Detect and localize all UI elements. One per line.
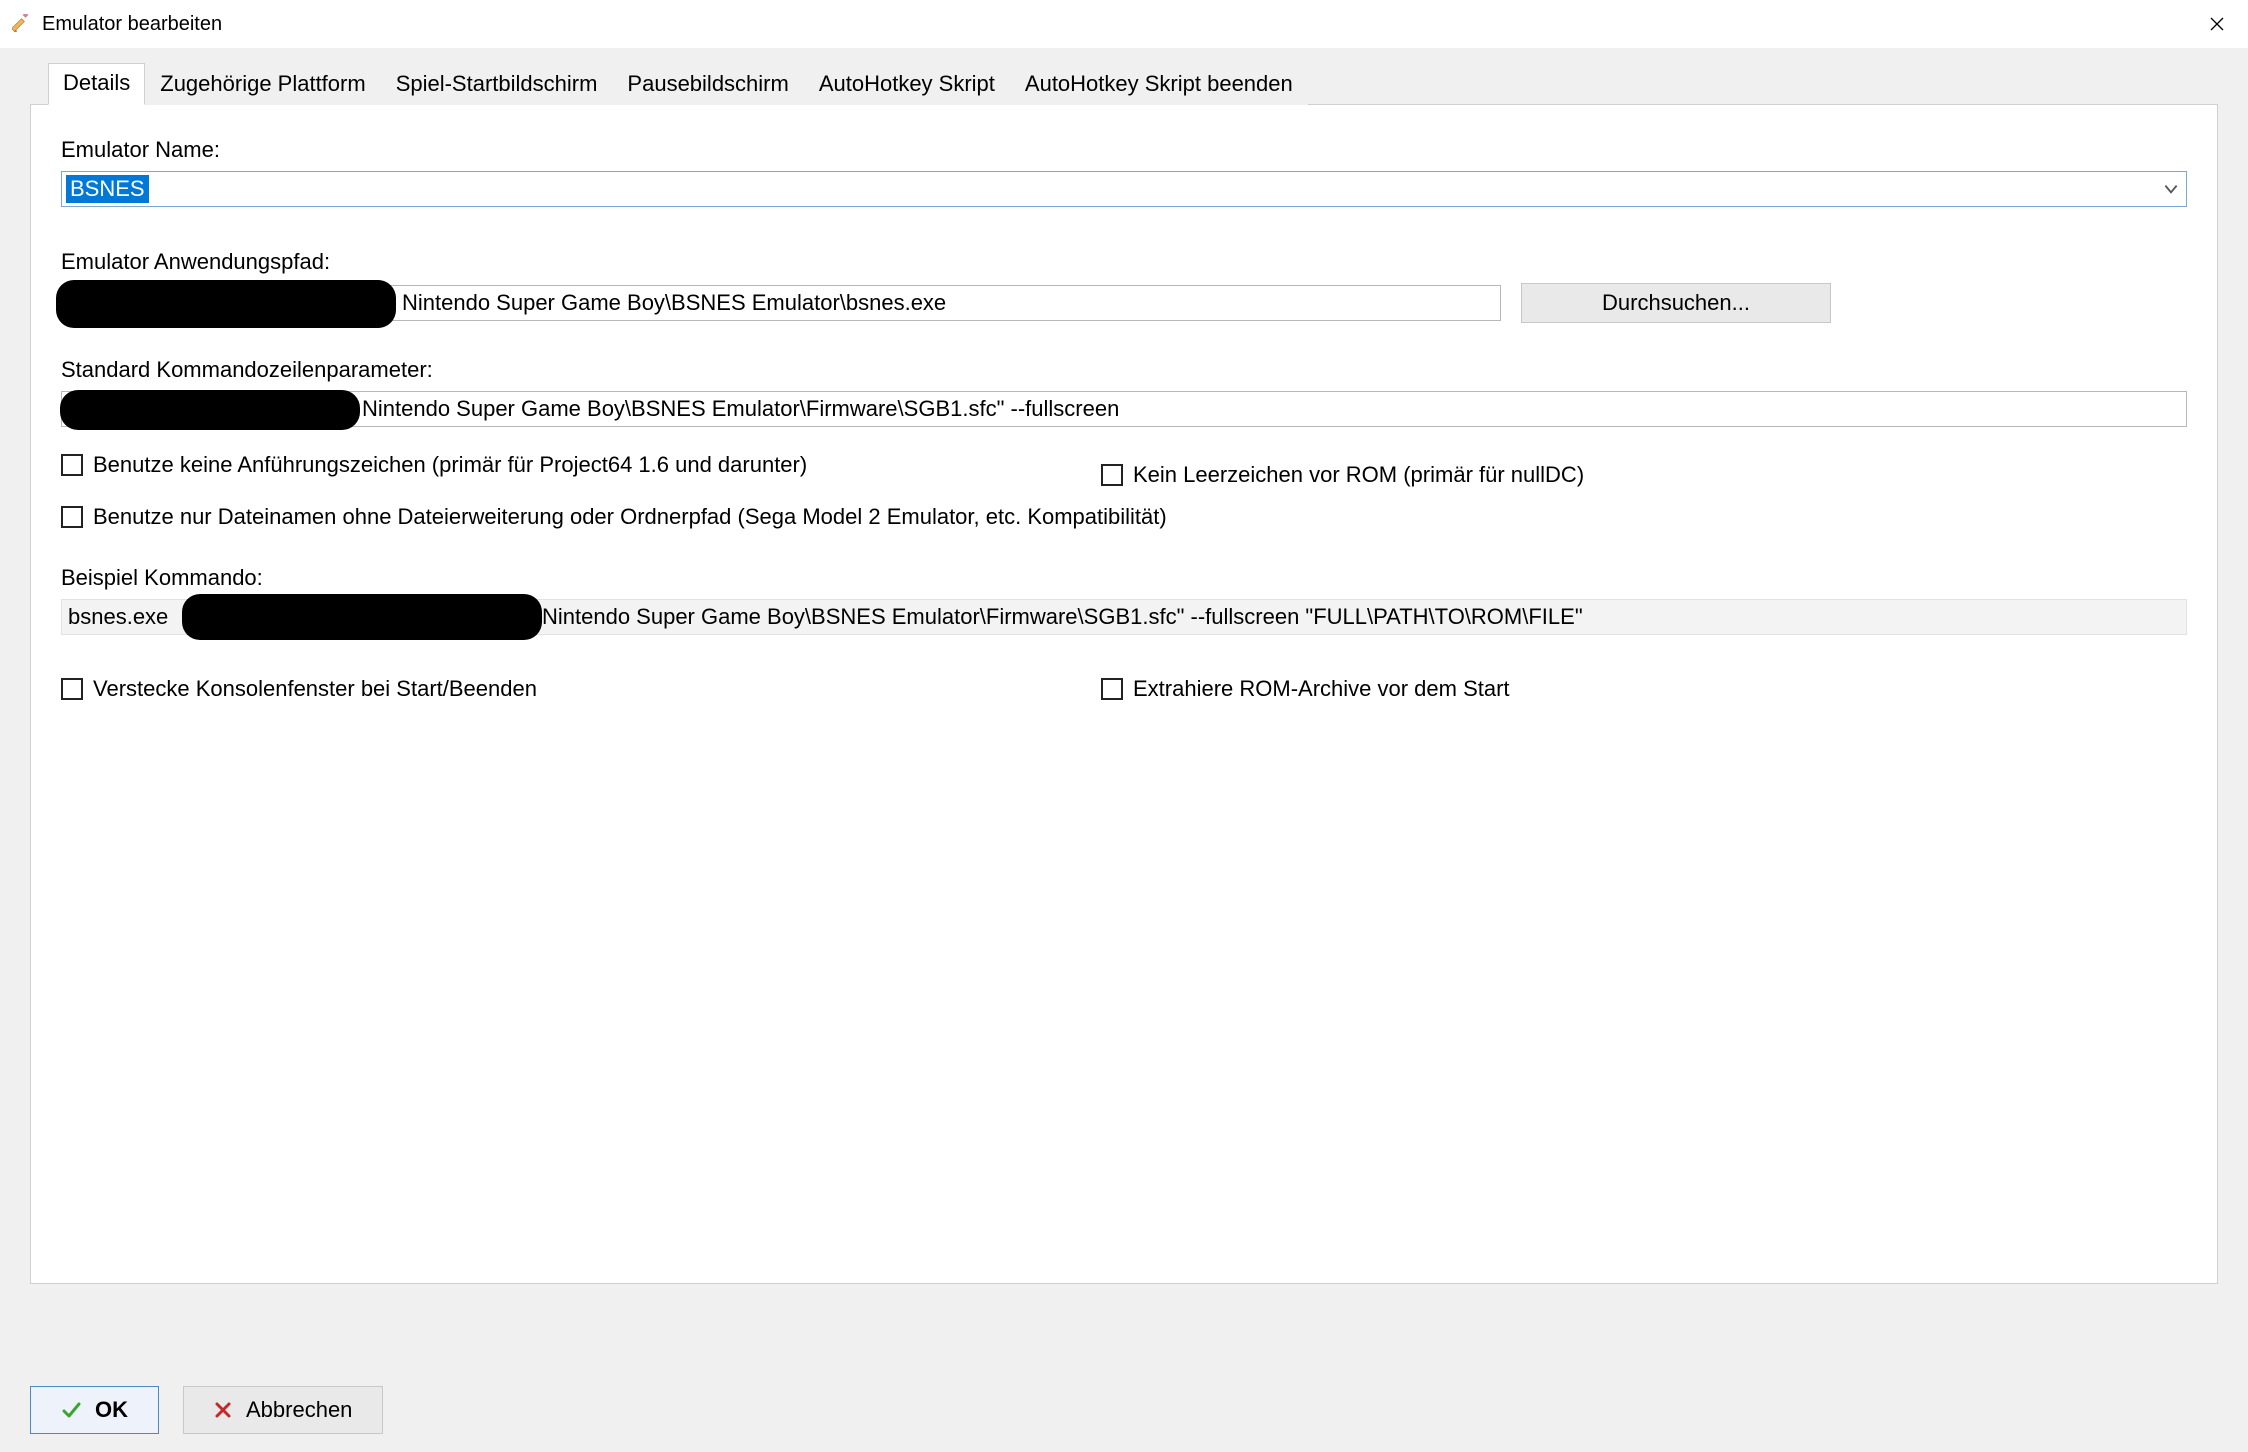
check-icon [61,1400,81,1420]
no-space-checkbox[interactable] [1101,464,1123,486]
example-prefix: bsnes.exe [68,604,168,630]
filename-only-label: Benutze nur Dateinamen ohne Dateierweite… [93,503,1167,531]
cancel-button[interactable]: Abbrechen [183,1386,383,1434]
no-quotes-label: Benutze keine Anführungszeichen (primär … [93,451,807,479]
filename-only-checkbox[interactable] [61,506,83,528]
app-path-input[interactable]: Nintendo Super Game Boy\BSNES Emulator\b… [61,285,1501,321]
no-quotes-checkbox[interactable] [61,454,83,476]
tab-details[interactable]: Details [48,63,145,105]
redaction [182,594,542,640]
chevron-down-icon [2162,180,2180,198]
cmd-params-label: Standard Kommandozeilenparameter: [61,357,2187,383]
example-suffix: Nintendo Super Game Boy\BSNES Emulator\F… [542,604,1583,630]
extract-rom-label: Extrahiere ROM-Archive vor dem Start [1133,675,1510,703]
pencil-icon [12,14,32,34]
tab-strip: Details Zugehörige Plattform Spiel-Start… [0,62,2248,104]
window-title: Emulator bearbeiten [42,13,222,36]
close-button[interactable] [2194,8,2240,40]
cmd-params-value: Nintendo Super Game Boy\BSNES Emulator\F… [362,396,1119,422]
cancel-button-label: Abbrechen [246,1397,352,1423]
tab-pause-screen[interactable]: Pausebildschirm [612,64,803,105]
app-path-value: Nintendo Super Game Boy\BSNES Emulator\b… [402,290,946,316]
browse-button[interactable]: Durchsuchen... [1521,283,1831,323]
redaction [56,280,396,328]
extract-rom-checkbox[interactable] [1101,678,1123,700]
redaction [60,390,360,430]
ok-button[interactable]: OK [30,1386,159,1434]
details-panel: Emulator Name: BSNES Emulator Anwendungs… [30,104,2218,1284]
cmd-params-input[interactable]: Nintendo Super Game Boy\BSNES Emulator\F… [61,391,2187,427]
hide-console-label: Verstecke Konsolenfenster bei Start/Been… [93,675,537,703]
ok-button-label: OK [95,1397,128,1423]
emulator-name-label: Emulator Name: [61,137,2187,163]
tab-game-start-screen[interactable]: Spiel-Startbildschirm [381,64,613,105]
tab-autohotkey-exit-script[interactable]: AutoHotkey Skript beenden [1010,64,1308,105]
emulator-name-value: BSNES [66,175,149,203]
tab-associated-platform[interactable]: Zugehörige Plattform [145,64,380,105]
title-bar: Emulator bearbeiten [0,0,2248,48]
example-cmd-label: Beispiel Kommando: [61,565,2187,591]
x-icon [214,1401,232,1419]
no-space-label: Kein Leerzeichen vor ROM (primär für nul… [1133,461,1584,489]
tab-autohotkey-script[interactable]: AutoHotkey Skript [804,64,1010,105]
app-path-label: Emulator Anwendungspfad: [61,249,2187,275]
emulator-name-combobox[interactable]: BSNES [61,171,2187,207]
hide-console-checkbox[interactable] [61,678,83,700]
dialog-footer: OK Abbrechen [30,1386,383,1434]
example-cmd-output: bsnes.exe Nintendo Super Game Boy\BSNES … [61,599,2187,635]
